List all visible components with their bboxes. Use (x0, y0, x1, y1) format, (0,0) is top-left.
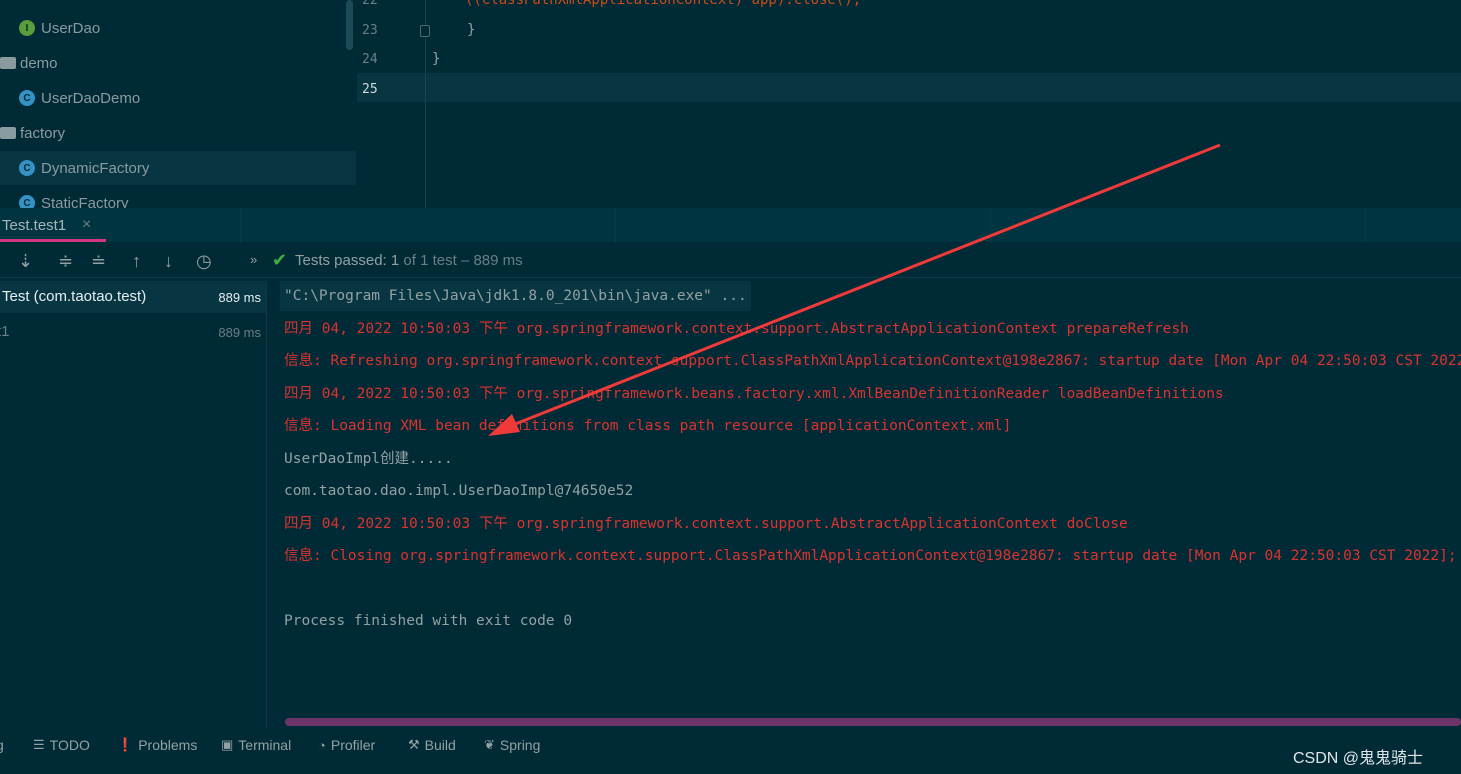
annotation-arrow (488, 143, 1221, 436)
arrow-line (499, 143, 1221, 432)
arrow-head (488, 414, 520, 436)
